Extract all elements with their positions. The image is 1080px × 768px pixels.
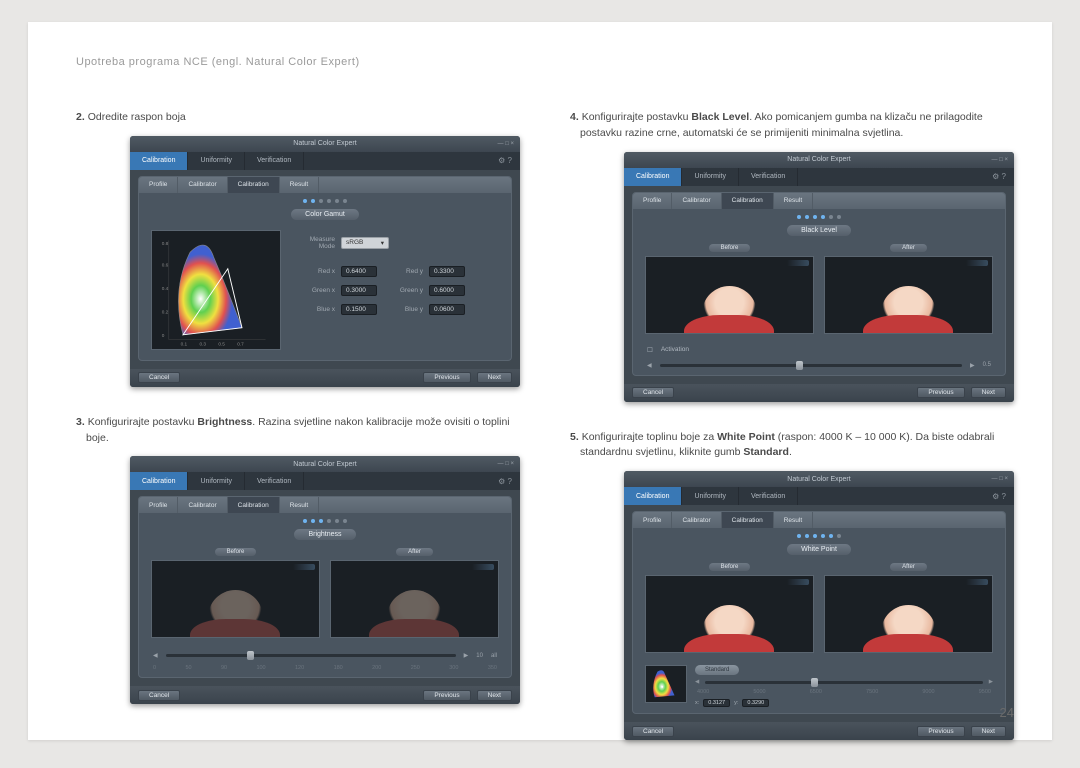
wp-x-value: 0.3127 [703, 699, 730, 707]
standard-button[interactable]: Standard [695, 665, 739, 675]
previous-button[interactable]: Previous [423, 372, 470, 383]
top-tabs: Calibration Uniformity Verification ⚙ ? [130, 152, 520, 170]
step-4: 4. Konfigurirajte postavku Black Level. … [570, 110, 1014, 402]
tab-calibration[interactable]: Calibration [130, 152, 188, 170]
preview-after [330, 560, 499, 638]
step-4-text: 4. Konfigurirajte postavku Black Level. … [570, 110, 1014, 142]
step-tabs: Profile Calibrator Calibration Result [139, 177, 511, 193]
svg-text:0.6: 0.6 [162, 262, 169, 267]
steptab-calibration[interactable]: Calibration [228, 177, 280, 193]
tab-verification[interactable]: Verification [245, 152, 304, 170]
preview-after [824, 575, 993, 653]
page-number: 24 [1000, 705, 1014, 720]
tab-uniformity[interactable]: Uniformity [188, 152, 245, 170]
preview-before [645, 256, 814, 334]
page-header: Upotreba programa NCE (engl. Natural Col… [76, 56, 1014, 68]
bottom-bar: Cancel Previous Next [130, 369, 520, 387]
step-2-text: 2. Odredite raspon boja [76, 110, 520, 126]
gamut-controls: Measure Mode sRGB▾ Red x0.6400 Red y0.33… [295, 230, 499, 350]
cancel-button[interactable]: Cancel [138, 372, 180, 383]
svg-text:0.7: 0.7 [237, 341, 244, 346]
screenshot-step3: Natural Color Expert Calibration Uniform… [130, 456, 520, 704]
red-y-input[interactable]: 0.3300 [429, 266, 465, 277]
red-x-input[interactable]: 0.6400 [341, 266, 377, 277]
screenshot-step5: Natural Color Expert Calibration Uniform… [624, 471, 1014, 740]
next-button[interactable]: Next [477, 372, 512, 383]
step-3-text: 3. Konfigurirajte postavku Brightness. R… [76, 415, 520, 447]
step-5: 5. Konfigurirajte toplinu boje za White … [570, 430, 1014, 741]
svg-text:0.1: 0.1 [181, 341, 188, 346]
measure-mode-select[interactable]: sRGB▾ [341, 237, 389, 249]
svg-text:0.5: 0.5 [218, 341, 225, 346]
svg-text:0: 0 [162, 333, 165, 338]
step-5-text: 5. Konfigurirajte toplinu boje za White … [570, 430, 1014, 462]
wp-y-value: 0.3290 [742, 699, 769, 707]
screenshot-step2: Natural Color Expert Calibration Uniform… [130, 136, 520, 387]
app-window: Natural Color Expert Calibration Uniform… [130, 136, 520, 387]
column-left: 2. Odredite raspon boja Natural Color Ex… [76, 110, 520, 768]
cie-gamut-plot: 0 0.2 0.4 0.6 0.8 0.1 0.3 0.5 0.7 [151, 230, 281, 350]
window-icons: ⚙ ? [498, 152, 520, 170]
svg-text:0.2: 0.2 [162, 309, 169, 314]
steptab-calibrator[interactable]: Calibrator [178, 177, 227, 193]
brightness-slider[interactable]: ◀ ▶ 10 all [139, 646, 511, 665]
steptab-result[interactable]: Result [280, 177, 319, 193]
svg-text:0.8: 0.8 [162, 241, 169, 246]
whitepoint-slider[interactable]: ◀▶ [695, 679, 993, 685]
svg-text:0.3: 0.3 [199, 341, 206, 346]
preview-before [645, 575, 814, 653]
green-y-input[interactable]: 0.6000 [429, 285, 465, 296]
screenshot-step4: Natural Color Expert Calibration Uniform… [624, 152, 1014, 402]
blacklevel-slider[interactable]: ◀▶ 0.5 [633, 356, 1005, 375]
document-page: Upotreba programa NCE (engl. Natural Col… [28, 22, 1052, 740]
step-3: 3. Konfigurirajte postavku Brightness. R… [76, 415, 520, 705]
section-chip: Color Gamut [139, 209, 511, 220]
steptab-profile[interactable]: Profile [139, 177, 178, 193]
two-column-layout: 2. Odredite raspon boja Natural Color Ex… [76, 110, 1014, 768]
column-right: 4. Konfigurirajte postavku Black Level. … [570, 110, 1014, 768]
mini-gamut [645, 665, 687, 703]
green-x-input[interactable]: 0.3000 [341, 285, 377, 296]
blue-x-input[interactable]: 0.1500 [341, 304, 377, 315]
step-2: 2. Odredite raspon boja Natural Color Ex… [76, 110, 520, 387]
preview-before [151, 560, 320, 638]
titlebar: Natural Color Expert [130, 136, 520, 152]
activation-checkbox[interactable]: ☐ Activation [633, 342, 1005, 356]
svg-text:0.4: 0.4 [162, 286, 169, 291]
blue-y-input[interactable]: 0.0600 [429, 304, 465, 315]
measure-mode-label: Measure Mode [295, 236, 335, 250]
preview-after [824, 256, 993, 334]
